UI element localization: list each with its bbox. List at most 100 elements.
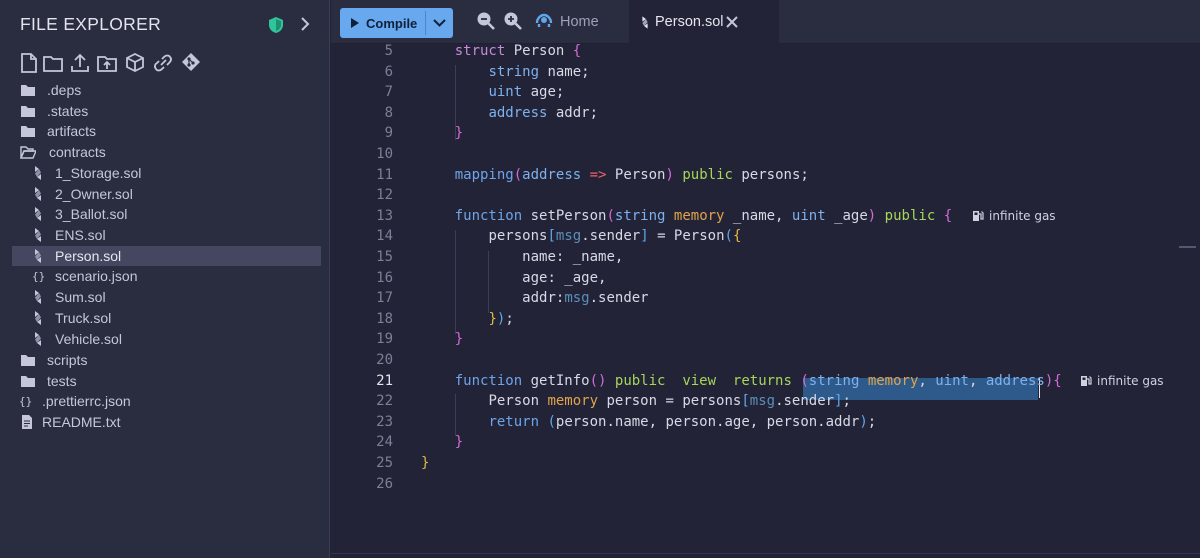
code-line[interactable]: 23 return (person.name, person.age, pers… <box>331 413 1200 434</box>
folder-open-icon <box>20 146 36 159</box>
code-line[interactable]: 10 <box>331 145 1200 166</box>
zoom-out-icon[interactable] <box>476 11 496 31</box>
compile-button[interactable]: Compile <box>340 8 425 38</box>
tree-item-person[interactable]: Person.sol <box>12 246 321 266</box>
zoom-in-icon[interactable] <box>503 11 523 31</box>
close-icon[interactable] <box>725 15 739 29</box>
tree-item-truck[interactable]: Truck.sol <box>12 308 321 328</box>
link-icon[interactable] <box>152 51 174 75</box>
tab-person-sol[interactable]: Person.sol <box>629 0 779 44</box>
tree-item-ens[interactable]: ENS.sol <box>12 225 321 245</box>
folder-icon <box>21 376 35 387</box>
code-token: string <box>488 63 540 80</box>
tree-item-label: .deps <box>47 82 82 98</box>
tree-item-label: Truck.sol <box>55 310 112 326</box>
tree-item-scenario[interactable]: {} scenario.json <box>12 266 321 286</box>
code-line[interactable]: 14 persons[msg.sender] = Person({ <box>331 227 1200 248</box>
line-number: 16 <box>376 269 393 286</box>
code-token: public <box>614 372 666 389</box>
tree-item-deps[interactable]: .deps <box>12 80 321 100</box>
code-line[interactable]: 11 mapping(address => Person) public per… <box>331 166 1200 187</box>
tree-item-2-owner[interactable]: 2_Owner.sol <box>12 184 321 204</box>
tree-item-label: tests <box>47 373 77 389</box>
tree-item-scripts[interactable]: scripts <box>12 350 321 370</box>
new-folder-icon[interactable] <box>42 51 64 75</box>
tree-item-states[interactable]: .states <box>12 101 321 121</box>
code-line[interactable]: 20 <box>331 351 1200 372</box>
code-line[interactable]: 18 }); <box>331 310 1200 331</box>
upload-file-icon[interactable] <box>69 51 91 75</box>
code-line[interactable]: 16 age: _age, <box>331 269 1200 290</box>
code-line[interactable]: 21 function getInfo() public view return… <box>331 372 1200 393</box>
code-line[interactable]: 5 struct Person { <box>331 42 1200 63</box>
code-token: ( <box>800 372 809 389</box>
tree-item-sum[interactable]: Sum.sol <box>12 287 321 307</box>
code-line[interactable]: 19 } <box>331 330 1200 351</box>
json-file-icon: {} <box>32 270 45 283</box>
code-token: setPerson <box>522 207 607 224</box>
cube-icon[interactable] <box>124 51 146 75</box>
code-token: { <box>1053 372 1062 389</box>
code-token: addr; <box>547 104 599 121</box>
upload-folder-icon[interactable] <box>96 51 118 75</box>
tree-item-artifacts[interactable]: artifacts <box>12 121 321 141</box>
code-line[interactable]: 17 addr:msg.sender <box>331 289 1200 310</box>
tree-item-1-storage[interactable]: 1_Storage.sol <box>12 163 321 183</box>
tree-item-3-ballot[interactable]: 3_Ballot.sol <box>12 204 321 224</box>
code-line[interactable]: 13 function setPerson(string memory _nam… <box>331 207 1200 228</box>
chevron-right-icon[interactable] <box>298 15 312 33</box>
code-editor[interactable]: 5 struct Person {6 string name; 7 uint ag… <box>331 42 1200 558</box>
shield-check-icon[interactable] <box>268 16 284 34</box>
code-text: mapping(address => Person) public person… <box>421 167 809 183</box>
git-icon[interactable] <box>180 51 202 75</box>
code-line[interactable]: 7 uint age; <box>331 83 1200 104</box>
solidity-file-icon <box>35 228 41 242</box>
code-token: public <box>884 207 936 224</box>
code-text: function getInfo() public view returns (… <box>421 373 1062 389</box>
code-text: Person memory person = persons[msg.sende… <box>421 393 851 409</box>
code-line[interactable]: 26 <box>331 475 1200 496</box>
line-number: 10 <box>376 146 393 162</box>
code-line[interactable]: 12 <box>331 186 1200 207</box>
solidity-file-icon <box>35 332 41 346</box>
code-line[interactable]: 6 string name; <box>331 63 1200 84</box>
line-number: 13 <box>376 207 393 224</box>
code-token: ] <box>640 228 649 245</box>
code-token: } <box>454 434 464 451</box>
solidity-file-icon <box>35 290 41 304</box>
solidity-file-icon <box>642 16 648 29</box>
tree-item-tests[interactable]: tests <box>12 371 321 391</box>
tree-item-prettierrc[interactable]: {} .prettierrc.json <box>12 391 321 411</box>
code-token: Person <box>488 393 548 410</box>
code-line[interactable]: 8 address addr; <box>331 104 1200 125</box>
code-token: = Person <box>648 228 725 245</box>
tree-item-label: 3_Ballot.sol <box>55 206 128 222</box>
tree-item-label: Sum.sol <box>55 289 106 305</box>
new-file-icon[interactable] <box>18 51 40 75</box>
chevron-down-icon[interactable] <box>426 8 453 38</box>
tree-item-vehicle[interactable]: Vehicle.sol <box>12 329 321 349</box>
tree-item-contracts[interactable]: contracts <box>12 142 321 162</box>
scrollbar-marker[interactable] <box>1179 246 1196 248</box>
code-line[interactable]: 25} <box>331 454 1200 475</box>
code-token: memory <box>867 372 919 389</box>
code-token: .sender <box>581 228 641 245</box>
code-text: uint age; <box>421 84 564 100</box>
code-line[interactable]: 24 } <box>331 433 1200 454</box>
code-line[interactable]: 15 name: _name, <box>331 248 1200 269</box>
line-number: 25 <box>376 455 393 471</box>
code-line[interactable]: 9 } <box>331 124 1200 145</box>
code-token: person = persons <box>598 393 742 410</box>
code-line[interactable]: 22 Person memory person = persons[msg.se… <box>331 392 1200 413</box>
code-token: memory <box>547 393 599 410</box>
tree-item-readme[interactable]: README.txt <box>12 412 321 432</box>
tab-home[interactable]: Home <box>531 0 626 44</box>
